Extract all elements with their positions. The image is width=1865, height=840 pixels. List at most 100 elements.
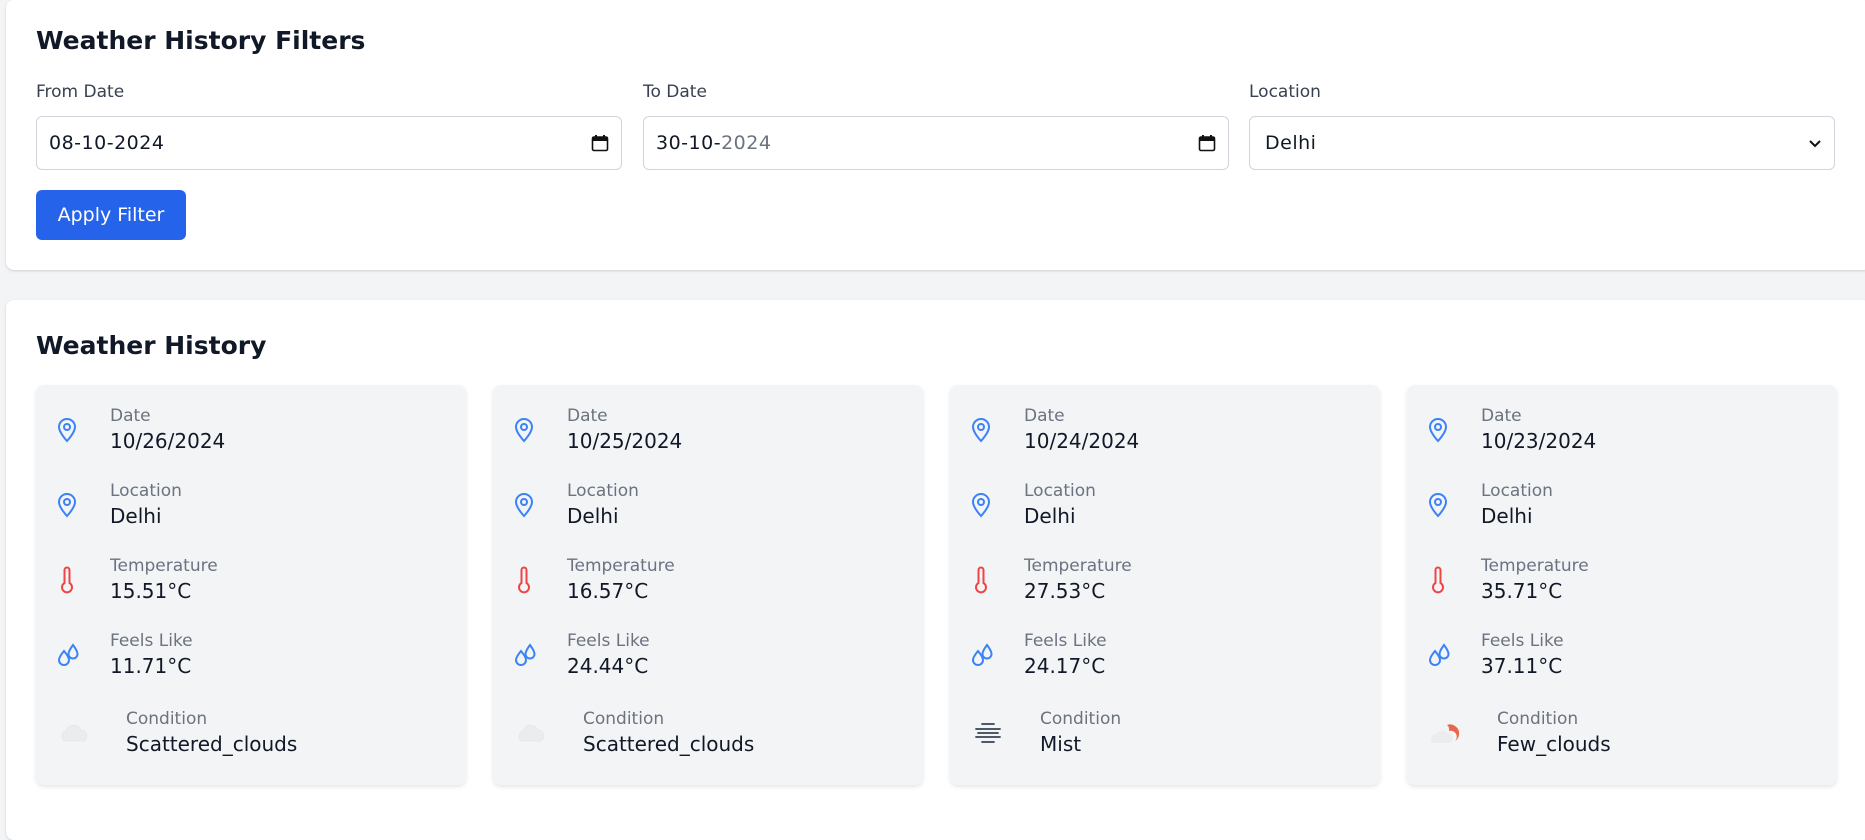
location-value: Delhi [567, 504, 619, 528]
condition-row: Condition Scattered_clouds [513, 708, 754, 758]
history-cards: Date 10/26/2024 Location Delhi Temperature… [36, 385, 1837, 785]
condition-label: Condition [126, 709, 208, 729]
filters-panel: Weather History Filters From Date 08-10-… [6, 0, 1865, 270]
date-value: 10/25/2024 [567, 429, 683, 453]
date-value: 10/26/2024 [110, 429, 226, 453]
thermometer-icon [1427, 565, 1457, 595]
temperature-label: Temperature [1481, 556, 1589, 576]
map-pin-icon [1427, 415, 1457, 445]
location-value: Delhi [1481, 504, 1533, 528]
temperature-label: Temperature [110, 556, 218, 576]
thermometer-icon [513, 565, 543, 595]
location-label: Location [1481, 481, 1553, 501]
droplets-icon [1427, 640, 1457, 670]
feels-like-row: Feels Like 24.17°C [970, 630, 1107, 680]
location-label: Location [1249, 82, 1321, 102]
temperature-row: Temperature 15.51°C [56, 555, 218, 605]
date-label: Date [110, 406, 151, 426]
feels-like-value: 24.44°C [567, 654, 649, 678]
date-label: Date [567, 406, 608, 426]
feels-like-value: 24.17°C [1024, 654, 1106, 678]
location-value: Delhi [1024, 504, 1076, 528]
location-select[interactable]: Delhi [1249, 116, 1835, 170]
date-row: Date 10/24/2024 [970, 405, 1139, 455]
weather-card: Date 10/23/2024 Location Delhi Temperature… [1407, 385, 1837, 785]
apply-filter-button[interactable]: Apply Filter [36, 190, 186, 240]
from-date-label: From Date [36, 82, 125, 102]
map-pin-icon [513, 490, 543, 520]
temperature-label: Temperature [1024, 556, 1132, 576]
condition-label: Condition [1497, 709, 1579, 729]
feels-like-label: Feels Like [1024, 631, 1107, 651]
date-row: Date 10/26/2024 [56, 405, 225, 455]
condition-row: Condition Mist [970, 708, 1121, 758]
history-panel: Weather History Date 10/26/2024 Location D… [6, 300, 1865, 840]
calendar-icon[interactable] [591, 134, 609, 152]
location-row: Location Delhi [56, 480, 182, 530]
droplets-icon [970, 640, 1000, 670]
calendar-icon[interactable] [1198, 134, 1216, 152]
date-row: Date 10/25/2024 [513, 405, 682, 455]
location-row: Location Delhi [513, 480, 639, 530]
condition-row: Condition Scattered_clouds [56, 708, 297, 758]
droplets-icon [56, 640, 86, 670]
map-pin-icon [970, 415, 1000, 445]
scattered-clouds-icon [56, 718, 92, 748]
weather-card: Date 10/24/2024 Location Delhi Temperature… [950, 385, 1380, 785]
few-clouds-icon [1427, 718, 1463, 748]
date-value: 10/24/2024 [1024, 429, 1140, 453]
temperature-value: 27.53°C [1024, 579, 1106, 603]
scattered-clouds-icon [513, 718, 549, 748]
temperature-value: 15.51°C [110, 579, 192, 603]
temperature-row: Temperature 35.71°C [1427, 555, 1589, 605]
weather-card: Date 10/26/2024 Location Delhi Temperature… [36, 385, 466, 785]
thermometer-icon [56, 565, 86, 595]
feels-like-row: Feels Like 37.11°C [1427, 630, 1564, 680]
feels-like-label: Feels Like [1481, 631, 1564, 651]
feels-like-label: Feels Like [110, 631, 193, 651]
chevron-down-icon [1809, 140, 1821, 148]
map-pin-icon [56, 490, 86, 520]
weather-card: Date 10/25/2024 Location Delhi Temperature… [493, 385, 923, 785]
thermometer-icon [970, 565, 1000, 595]
location-label: Location [567, 481, 639, 501]
date-label: Date [1024, 406, 1065, 426]
temperature-row: Temperature 16.57°C [513, 555, 675, 605]
map-pin-icon [56, 415, 86, 445]
droplets-icon [513, 640, 543, 670]
feels-like-value: 11.71°C [110, 654, 192, 678]
condition-label: Condition [1040, 709, 1122, 729]
map-pin-icon [970, 490, 1000, 520]
condition-value: Scattered_clouds [583, 732, 755, 756]
date-value: 10/23/2024 [1481, 429, 1597, 453]
location-select-value: Delhi [1265, 132, 1317, 154]
temperature-value: 16.57°C [567, 579, 649, 603]
condition-label: Condition [583, 709, 665, 729]
feels-like-label: Feels Like [567, 631, 650, 651]
temperature-label: Temperature [567, 556, 675, 576]
location-value: Delhi [110, 504, 162, 528]
location-label: Location [110, 481, 182, 501]
to-date-value: 30-10-2024 [656, 132, 772, 154]
from-date-input[interactable]: 08-10-2024 [36, 116, 622, 170]
feels-like-value: 37.11°C [1481, 654, 1563, 678]
condition-value: Mist [1040, 732, 1082, 756]
location-row: Location Delhi [970, 480, 1096, 530]
location-label: Location [1024, 481, 1096, 501]
map-pin-icon [513, 415, 543, 445]
temperature-value: 35.71°C [1481, 579, 1563, 603]
to-date-input[interactable]: 30-10-2024 [643, 116, 1229, 170]
mist-icon [970, 718, 1006, 748]
date-row: Date 10/23/2024 [1427, 405, 1596, 455]
location-row: Location Delhi [1427, 480, 1553, 530]
feels-like-row: Feels Like 24.44°C [513, 630, 650, 680]
map-pin-icon [1427, 490, 1457, 520]
to-date-label: To Date [643, 82, 707, 102]
temperature-row: Temperature 27.53°C [970, 555, 1132, 605]
condition-value: Scattered_clouds [126, 732, 298, 756]
history-title: Weather History [36, 331, 267, 360]
from-date-value: 08-10-2024 [49, 132, 165, 154]
date-label: Date [1481, 406, 1522, 426]
feels-like-row: Feels Like 11.71°C [56, 630, 193, 680]
condition-row: Condition Few_clouds [1427, 708, 1611, 758]
